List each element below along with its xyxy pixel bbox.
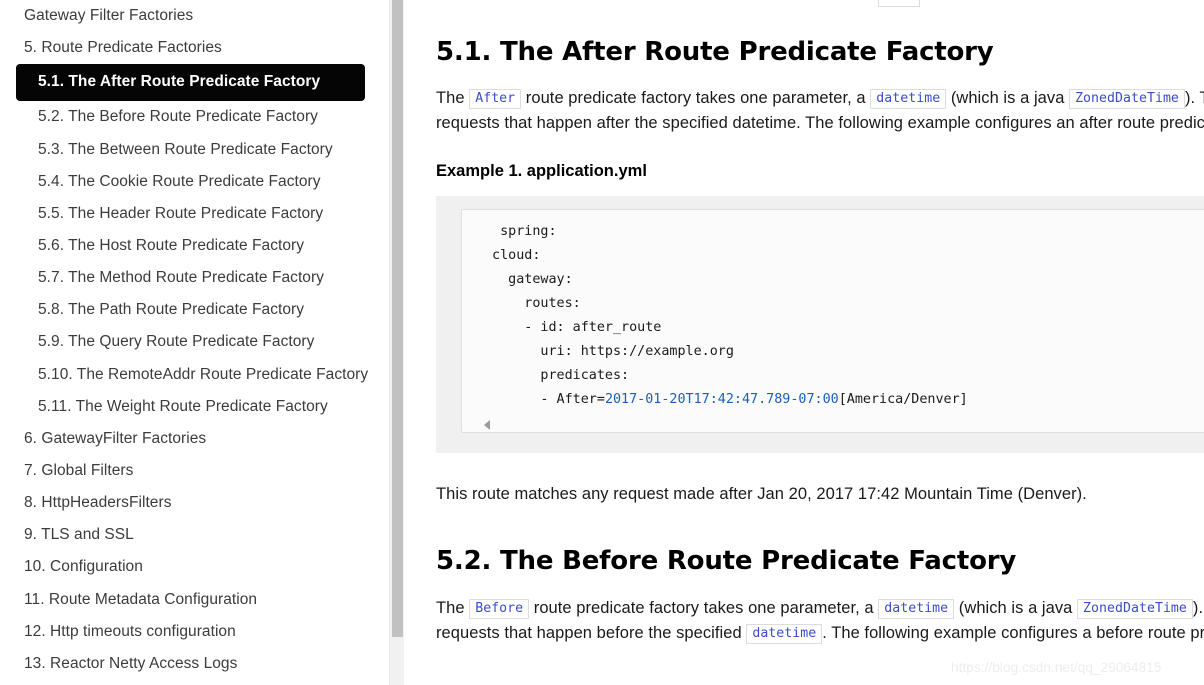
sidebar-item-9[interactable]: 5.8. The Path Route Predicate Factory	[0, 294, 388, 326]
para-text: (which is a java	[946, 89, 1070, 107]
para-text: . The following example configures a bef…	[822, 623, 1204, 642]
scroll-left-arrow-icon[interactable]	[484, 419, 490, 430]
sidebar-scrollbar-thumb[interactable]	[392, 0, 403, 637]
paragraph-5-2-line-2: requests that happen before the specifie…	[436, 622, 1204, 646]
heading-section-5-1: 5.1. The After Route Predicate Factory	[436, 37, 994, 67]
para-text: ). This predicate matches	[1192, 598, 1204, 617]
para-text: requests that happen before the specifie…	[436, 623, 747, 642]
sidebar-item-8[interactable]: 5.7. The Method Route Predicate Factory	[0, 262, 388, 294]
inline-code-after: After	[469, 89, 522, 109]
content-inner: 5.1. The After Route Predicate Factory T…	[405, 37, 1204, 685]
sidebar-item-6[interactable]: 5.5. The Header Route Predicate Factory	[0, 198, 388, 230]
para-text: ). This predicate matches	[1184, 89, 1204, 107]
sidebar-item-10[interactable]: 5.9. The Query Route Predicate Factory	[0, 326, 388, 358]
inline-code-before: Before	[469, 598, 530, 619]
sidebar-item-0[interactable]: Gateway Filter Factories	[0, 0, 388, 32]
sidebar-item-13[interactable]: 6. GatewayFilter Factories	[0, 423, 388, 455]
inline-code-zoneddatetime: ZonedDateTime	[1077, 598, 1193, 619]
sidebar-item-1[interactable]: 5. Route Predicate Factories	[0, 32, 388, 64]
paragraph-5-1-line-2: requests that happen after the specified…	[436, 113, 1204, 132]
code-horizontal-scroll-hint[interactable]	[462, 412, 1204, 432]
inline-code-datetime: datetime	[878, 598, 955, 619]
sidebar-item-14[interactable]: 7. Global Filters	[0, 455, 388, 487]
heading-section-5-2: 5.2. The Before Route Predicate Factory	[436, 545, 1017, 576]
sidebar-item-7[interactable]: 5.6. The Host Route Predicate Factory	[0, 230, 388, 262]
inline-code-zoneddatetime: ZonedDateTime	[1069, 89, 1185, 109]
code-listing-block-1: spring: cloud: gateway: routes: - id: af…	[436, 195, 1204, 453]
sidebar-item-15[interactable]: 8. HttpHeadersFilters	[0, 487, 388, 519]
sidebar-item-4[interactable]: 5.3. The Between Route Predicate Factory	[0, 134, 388, 166]
toc-list: Gateway Filter Factories 5. Route Predica…	[0, 0, 388, 680]
sidebar-toc[interactable]: Gateway Filter Factories 5. Route Predica…	[0, 0, 388, 685]
sidebar-item-17[interactable]: 10. Configuration	[0, 551, 388, 583]
sidebar-item-5[interactable]: 5.4. The Cookie Route Predicate Factory	[0, 166, 388, 198]
inline-code-datetime: datetime	[870, 89, 947, 109]
code-listing-inner-1: spring: cloud: gateway: routes: - id: af…	[461, 208, 1204, 433]
example-1-title: Example 1. application.yml	[436, 161, 647, 180]
main-content: 5.1. The After Route Predicate Factory T…	[405, 0, 1204, 685]
sidebar-item-19[interactable]: 12. Http timeouts configuration	[0, 616, 388, 648]
watermark-text: https://blog.csdn.net/qq_29064815	[951, 660, 1162, 675]
para-text: The	[436, 598, 470, 617]
sidebar-item-11[interactable]: 5.10. The RemoteAddr Route Predicate Fac…	[0, 359, 388, 391]
inline-code-datetime-2: datetime	[746, 623, 823, 644]
sidebar-item-3[interactable]: 5.2. The Before Route Predicate Factory	[0, 101, 388, 133]
para-text: The	[436, 89, 470, 107]
para-text: (which is a java	[954, 598, 1078, 617]
paragraph-5-1-note: This route matches any request made afte…	[436, 484, 1087, 503]
clipped-inline-code-chip	[878, 0, 920, 7]
sidebar-item-20[interactable]: 13. Reactor Netty Access Logs	[0, 648, 388, 680]
sidebar-item-18[interactable]: 11. Route Metadata Configuration	[0, 584, 388, 616]
documentation-page: Gateway Filter Factories 5. Route Predica…	[0, 0, 1204, 685]
code-content-application-yml-1[interactable]: spring: cloud: gateway: routes: - id: af…	[462, 220, 1204, 412]
sidebar-item-16[interactable]: 9. TLS and SSL	[0, 519, 388, 551]
sidebar-scrollbar[interactable]	[389, 0, 404, 685]
sidebar-item-2[interactable]: 5.1. The After Route Predicate Factory	[16, 64, 365, 102]
paragraph-5-1-line-1: The After route predicate factory takes …	[436, 87, 1204, 111]
para-text: route predicate factory takes one parame…	[521, 89, 871, 107]
paragraph-5-2-line-1: The Before route predicate factory takes…	[436, 597, 1204, 621]
sidebar-item-12[interactable]: 5.11. The Weight Route Predicate Factory	[0, 391, 388, 423]
para-text: route predicate factory takes one parame…	[529, 598, 879, 617]
